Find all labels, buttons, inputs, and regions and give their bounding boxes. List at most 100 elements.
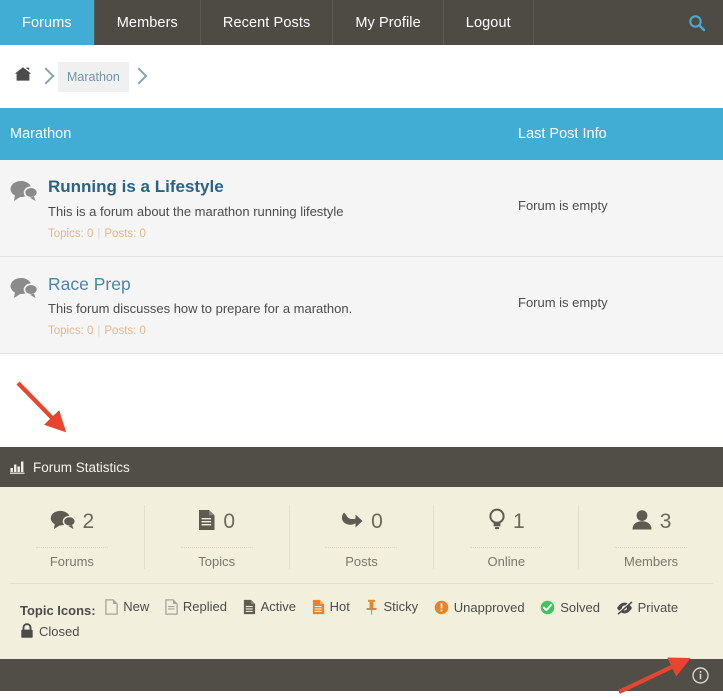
stat-value: 3: [660, 510, 672, 534]
forum-posts-count: Posts: 0: [104, 228, 146, 240]
top-navbar: Forums Members Recent Posts My Profile L…: [0, 0, 723, 45]
stat-divider: [181, 547, 253, 548]
forum-table-header: Marathon Last Post Info: [0, 108, 723, 160]
forum-counts-separator: |: [97, 325, 100, 337]
legend-label: Replied: [183, 596, 227, 617]
legend-label: Solved: [560, 597, 600, 618]
topic-icons-legend: Topic Icons: New Replied: [0, 584, 723, 659]
reply-arrow-icon: [340, 510, 364, 535]
forum-title-link[interactable]: Race Prep: [48, 273, 488, 295]
forum-posts-count: Posts: 0: [104, 325, 146, 337]
nav-item-logout[interactable]: Logout: [444, 0, 534, 45]
stat-label: Online: [488, 554, 526, 569]
legend-item-active: Active: [243, 596, 296, 617]
check-circle-icon: [540, 600, 555, 615]
stat-value-row: 3: [631, 505, 672, 539]
legend-label: Active: [261, 596, 296, 617]
stat-value-row: 0: [340, 505, 383, 539]
breadcrumb-home-link[interactable]: [10, 62, 36, 92]
breadcrumb: Marathon: [0, 45, 723, 108]
forum-statistics-body: 2 Forums 0 Topics: [0, 487, 723, 659]
forum-title-link[interactable]: Running is a Lifestyle: [48, 176, 488, 198]
stat-topics: 0 Topics: [145, 505, 290, 569]
legend-label: Private: [638, 597, 678, 618]
legend-item-closed: Closed: [20, 621, 79, 642]
nav-item-my-profile[interactable]: My Profile: [333, 0, 443, 45]
stat-divider: [615, 547, 687, 548]
exclamation-circle-icon: [434, 600, 449, 615]
forum-topics-count: Topics: 0: [48, 228, 93, 240]
stat-divider: [36, 547, 108, 548]
forum-statistics-title: Forum Statistics: [33, 460, 130, 475]
eye-slash-icon: [616, 600, 633, 615]
info-circle-icon[interactable]: [692, 667, 709, 684]
file-new-icon: [105, 599, 118, 615]
forum-last-post-info: Forum is empty: [498, 273, 723, 310]
page-footer: [0, 659, 723, 691]
stat-value: 2: [83, 510, 95, 534]
legend-label: Hot: [330, 596, 350, 617]
document-icon: [198, 509, 216, 536]
nav-item-forums[interactable]: Forums: [0, 0, 95, 45]
legend-item-private: Private: [616, 597, 678, 618]
forum-table-header-last-post: Last Post Info: [498, 126, 723, 142]
content-gap: [0, 354, 723, 447]
search-icon: [687, 13, 707, 33]
search-button[interactable]: [670, 0, 723, 45]
statistics-grid: 2 Forums 0 Topics: [0, 497, 723, 583]
breadcrumb-chevron-icon: [36, 62, 58, 92]
stat-forums: 2 Forums: [0, 505, 145, 569]
stat-divider: [470, 547, 542, 548]
legend-label: Unapproved: [454, 597, 525, 618]
legend-item-unapproved: Unapproved: [434, 597, 525, 618]
nav-item-recent-posts[interactable]: Recent Posts: [201, 0, 333, 45]
comments-icon: [0, 273, 48, 299]
table-row[interactable]: Race Prep This forum discusses how to pr…: [0, 257, 723, 354]
stat-label: Forums: [50, 554, 94, 569]
stat-online: 1 Online: [434, 505, 579, 569]
stat-value: 0: [223, 510, 235, 534]
breadcrumb-item-marathon[interactable]: Marathon: [58, 62, 129, 92]
home-icon: [14, 66, 32, 87]
lock-icon: [20, 623, 34, 639]
forum-topics-count: Topics: 0: [48, 325, 93, 337]
stat-value-row: 0: [198, 505, 235, 539]
forum-row-content: Race Prep This forum discusses how to pr…: [48, 273, 498, 339]
file-active-icon: [243, 599, 256, 615]
nav-item-label: Forums: [22, 15, 72, 31]
lightbulb-icon: [488, 508, 506, 536]
forum-table-header-title: Marathon: [0, 126, 498, 142]
navbar-spacer: [534, 0, 670, 45]
forum-counts: Topics: 0 | Posts: 0: [48, 324, 488, 339]
comments-icon: [50, 510, 76, 535]
nav-item-label: Logout: [466, 15, 511, 31]
file-hot-icon: [312, 599, 325, 615]
stat-posts: 0 Posts: [290, 505, 435, 569]
legend-label: Sticky: [383, 596, 418, 617]
user-icon: [631, 509, 653, 536]
forum-counts-separator: |: [97, 228, 100, 240]
nav-item-label: Members: [117, 15, 178, 31]
stat-label: Topics: [198, 554, 235, 569]
nav-item-members[interactable]: Members: [95, 0, 201, 45]
topic-icons-title: Topic Icons:: [20, 603, 96, 618]
stat-members: 3 Members: [579, 505, 723, 569]
table-row[interactable]: Running is a Lifestyle This is a forum a…: [0, 160, 723, 257]
bar-chart-icon: [10, 460, 25, 474]
stat-value-row: 2: [50, 505, 95, 539]
stat-divider: [325, 547, 397, 548]
stat-value: 0: [371, 510, 383, 534]
breadcrumb-chevron-icon: [129, 62, 151, 92]
forum-statistics-header: Forum Statistics: [0, 447, 723, 487]
comments-icon: [0, 176, 48, 202]
forum-description: This forum discusses how to prepare for …: [48, 300, 488, 318]
file-replied-icon: [165, 599, 178, 615]
nav-item-label: My Profile: [355, 15, 420, 31]
stat-label: Posts: [345, 554, 378, 569]
legend-item-hot: Hot: [312, 596, 350, 617]
forum-last-post-info: Forum is empty: [498, 176, 723, 213]
legend-item-new: New: [105, 596, 149, 617]
legend-item-replied: Replied: [165, 596, 227, 617]
forum-counts: Topics: 0 | Posts: 0: [48, 227, 488, 242]
pin-sticky-icon: [365, 599, 378, 615]
